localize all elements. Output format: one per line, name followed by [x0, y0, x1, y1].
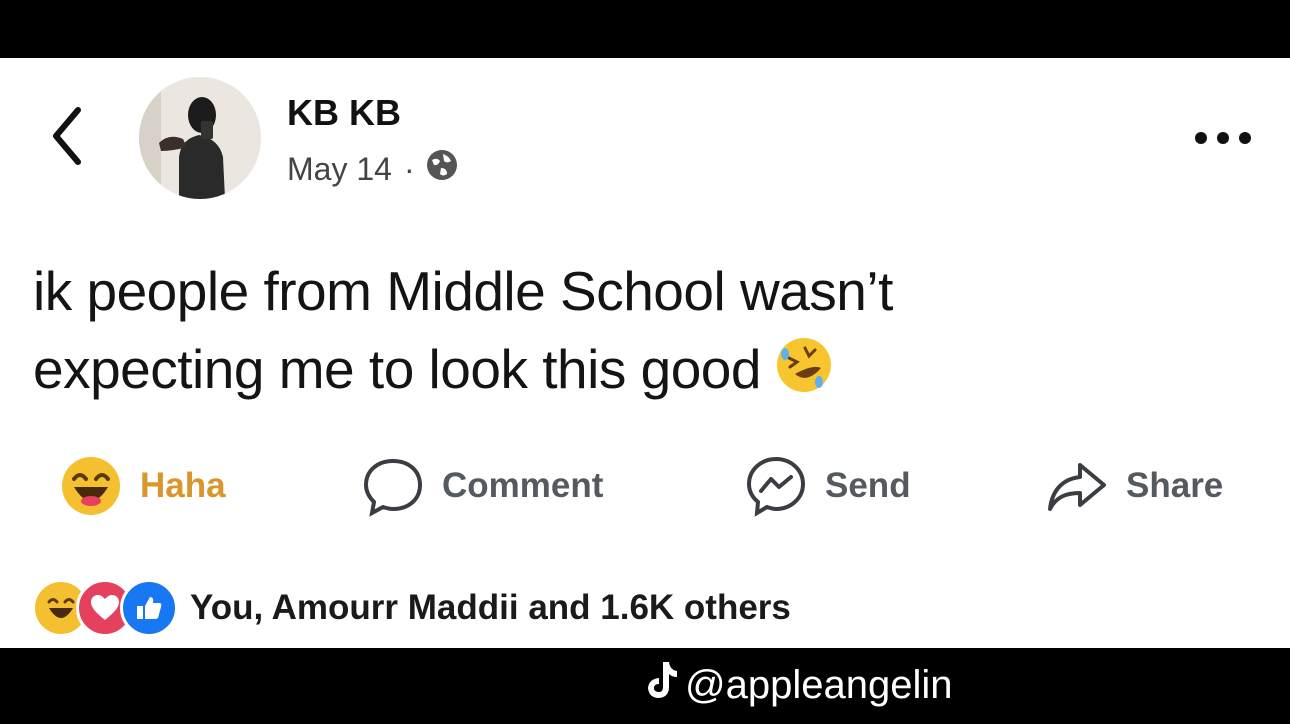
post-text-line-2-text: expecting me to look this good: [33, 338, 761, 400]
like-reaction-icon: [120, 579, 178, 637]
send-button[interactable]: Send: [745, 453, 911, 519]
reaction-icons: [32, 579, 178, 637]
post-meta: May 14 ·: [287, 148, 459, 190]
back-icon[interactable]: [44, 104, 94, 168]
haha-emoji-icon: [62, 457, 120, 515]
globe-icon: [425, 148, 459, 190]
comment-icon: [363, 458, 423, 517]
avatar[interactable]: [139, 77, 261, 199]
messenger-icon: [746, 456, 806, 517]
tiktok-handle: @appleangelin: [685, 662, 953, 707]
tiktok-watermark: @appleangelin: [643, 660, 952, 710]
top-letterbox: [0, 0, 1290, 58]
more-options-icon[interactable]: [1193, 124, 1253, 152]
send-label: Send: [825, 466, 911, 505]
reactions-summary[interactable]: You, Amourr Maddii and 1.6K others: [32, 579, 791, 637]
comment-button[interactable]: Comment: [362, 453, 603, 519]
separator-dot: ·: [403, 150, 415, 187]
haha-label: Haha: [140, 466, 226, 505]
action-bar: Haha Comment Send Share: [0, 453, 1290, 519]
author-name[interactable]: KB KB: [287, 92, 401, 134]
reactions-summary-text: You, Amourr Maddii and 1.6K others: [190, 588, 791, 627]
share-label: Share: [1126, 466, 1224, 505]
post-date[interactable]: May 14: [287, 151, 392, 188]
haha-button[interactable]: Haha: [60, 453, 226, 519]
share-arrow-icon: [1048, 463, 1106, 511]
comment-label: Comment: [442, 466, 604, 505]
post-text: ik people from Middle School wasn’t expe…: [33, 252, 893, 416]
post-text-line-1: ik people from Middle School wasn’t: [33, 260, 893, 322]
post-text-line-2: expecting me to look this good: [33, 330, 893, 416]
share-button[interactable]: Share: [1046, 453, 1223, 519]
tiktok-icon: [643, 660, 679, 710]
rofl-emoji-icon: [773, 334, 835, 416]
